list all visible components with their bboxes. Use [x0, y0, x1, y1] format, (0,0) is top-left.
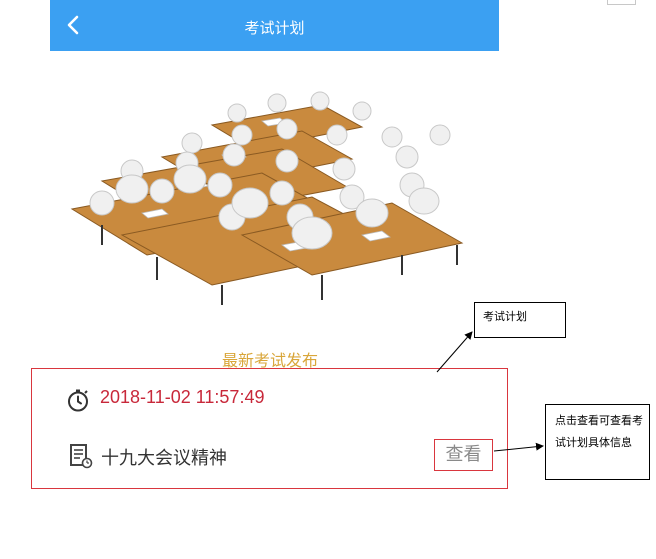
- view-callout: 点击查看可查看考试计划具体信息: [545, 404, 650, 480]
- exam-plan-callout: 考试计划: [474, 302, 566, 338]
